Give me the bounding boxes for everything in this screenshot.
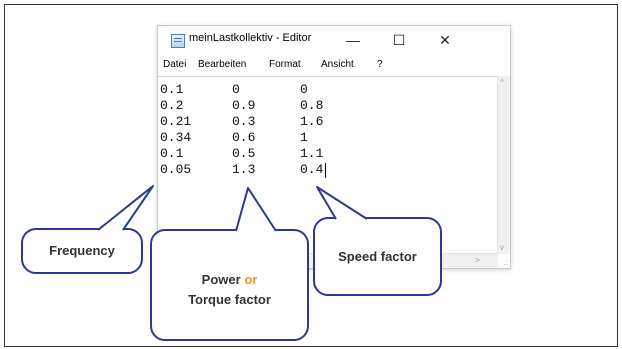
menu-datei[interactable]: Datei xyxy=(163,59,186,70)
menu-format[interactable]: Format xyxy=(269,59,301,70)
notepad-icon xyxy=(171,34,185,48)
menu-bar: Datei Bearbeiten Format Ansicht ? xyxy=(158,55,510,75)
power-torque-value: 0 xyxy=(232,82,240,97)
power-torque-value: 0.9 xyxy=(232,98,256,113)
scroll-right-arrow-icon[interactable]: > xyxy=(475,255,480,265)
callout-torque-label: Torque factor xyxy=(188,292,271,307)
menu-bearbeiten[interactable]: Bearbeiten xyxy=(198,59,246,70)
vertical-scrollbar[interactable]: ^ v xyxy=(497,76,510,254)
scroll-down-arrow-icon[interactable]: v xyxy=(500,243,504,252)
speed-factor-value: 0.8 xyxy=(300,98,324,113)
resize-grip-icon[interactable]: .: xyxy=(504,258,508,267)
text-cursor xyxy=(325,163,326,178)
callout-power-torque: Power or Torque factor xyxy=(150,229,309,341)
frequency-value: 0.2 xyxy=(160,98,184,113)
maximize-button[interactable]: ☐ xyxy=(376,26,422,54)
window-title: meinLastkollektiv - Editor xyxy=(189,32,312,44)
power-torque-value: 0.6 xyxy=(232,130,256,145)
callout-frequency: Frequency xyxy=(21,228,143,274)
power-torque-value: 1.3 xyxy=(232,162,256,177)
power-torque-value: 0.5 xyxy=(232,146,256,161)
speed-factor-value: 0.4 xyxy=(300,162,324,177)
menu-ansicht[interactable]: Ansicht xyxy=(321,59,354,70)
frequency-value: 0.1 xyxy=(160,146,184,161)
speed-factor-value: 1.6 xyxy=(300,114,324,129)
callout-speed-label: Speed factor xyxy=(338,248,417,264)
frequency-value: 0.21 xyxy=(160,114,192,129)
speed-factor-value: 1 xyxy=(300,130,308,145)
frequency-value: 0.05 xyxy=(160,162,192,177)
title-bar[interactable]: meinLastkollektiv - Editor — ☐ ✕ xyxy=(158,26,510,54)
frequency-value: 0.34 xyxy=(160,130,192,145)
frequency-value: 0.1 xyxy=(160,82,184,97)
minimize-button[interactable]: — xyxy=(330,26,376,54)
callout-frequency-label: Frequency xyxy=(49,243,115,258)
scroll-up-arrow-icon[interactable]: ^ xyxy=(500,78,504,87)
callout-speed-factor: Speed factor xyxy=(313,217,442,296)
callout-or-label: or xyxy=(244,272,258,287)
power-torque-value: 0.3 xyxy=(232,114,256,129)
close-button[interactable]: ✕ xyxy=(422,26,468,54)
speed-factor-value: 1.1 xyxy=(300,146,324,161)
callout-power-label: Power xyxy=(201,272,241,287)
menu-help[interactable]: ? xyxy=(377,59,383,70)
speed-factor-value: 0 xyxy=(300,82,308,97)
